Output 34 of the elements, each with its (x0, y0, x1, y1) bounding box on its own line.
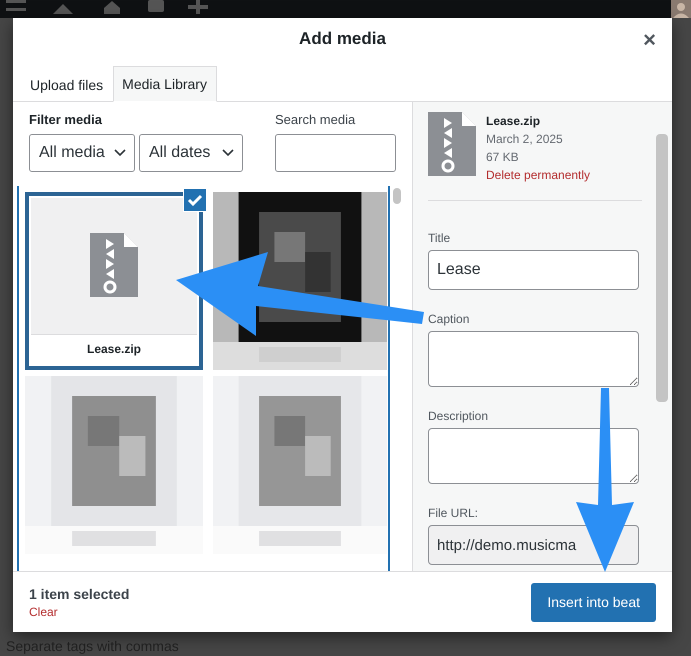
text-area[interactable] (428, 331, 639, 387)
zip-file-icon (90, 233, 138, 297)
close-button[interactable]: × (639, 28, 660, 52)
upload-date: March 2, 2025 (486, 131, 564, 148)
modal-title: Add media (299, 29, 386, 49)
chevron-icon (222, 149, 234, 157)
field-label: Title (428, 231, 452, 245)
tab[interactable]: Media Library (113, 66, 217, 102)
scrollbar-thumb[interactable] (393, 188, 401, 204)
clear-link[interactable]: Clear (29, 604, 130, 618)
date-select[interactable]: All dates (139, 134, 243, 172)
text-area[interactable] (428, 428, 639, 484)
insert-button[interactable]: Insert into beat (531, 582, 656, 622)
selection-count: 1 item selected (29, 586, 130, 602)
type-select[interactable]: All media (29, 134, 135, 172)
file-name: Lease.zip (486, 113, 542, 130)
scrollbar-thumb[interactable] (656, 134, 668, 402)
plus-icon[interactable] (188, 0, 208, 14)
title-field[interactable]: Lease (428, 250, 639, 290)
tab[interactable]: Upload files (21, 67, 114, 102)
check-icon[interactable] (183, 188, 207, 212)
search-field[interactable] (275, 134, 396, 172)
search-label: Search media (275, 112, 356, 127)
field-label: Description (428, 409, 490, 423)
filter-label: Filter media (29, 112, 103, 127)
file-name: Lease.zip (31, 334, 197, 364)
chevron-icon (114, 149, 126, 157)
field-label: Caption (428, 312, 470, 326)
delete-link[interactable]: Delete permanently (486, 166, 590, 184)
field-label: File URL: (428, 506, 480, 520)
zip-file-icon (428, 112, 476, 176)
avatar-icon[interactable] (671, 0, 691, 18)
file-size: 67 KB (486, 149, 520, 166)
menu-icon[interactable] (6, 0, 26, 14)
